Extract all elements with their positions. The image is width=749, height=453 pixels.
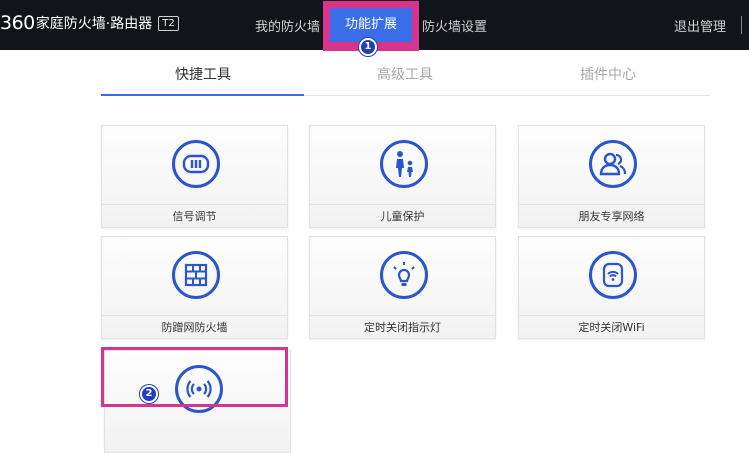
light-bulb-icon [380,251,428,299]
tool-card-anti-freeload[interactable]: 防蹭网防火墙 [101,236,288,339]
active-tab-indicator [101,94,304,96]
wifi-timer-icon [589,251,637,299]
nav-feature-extension[interactable]: 功能扩展 [330,8,412,42]
tool-label: 防蹭网防火墙 [161,321,228,334]
tool-card-friends-network[interactable]: 朋友专享网络 [518,125,705,228]
tool-card-wifi-timer[interactable]: 定时关闭WiFi [518,236,705,339]
card-divider [102,204,287,205]
card-divider [519,315,704,316]
logout-link[interactable]: 退出管理 [674,16,726,35]
product-logo: 360 家庭防火墙·路由器 T2 [0,12,179,34]
signal-adjust-icon [172,140,220,188]
child-protection-icon [380,140,428,188]
anti-freeload-firewall-icon [172,251,220,299]
tool-label: 定时关闭指示灯 [364,321,441,334]
product-name: 家庭防火墙·路由器 [35,16,153,32]
card-divider [102,315,287,316]
tool-label: 朋友专享网络 [578,210,645,223]
tool-card-signal[interactable]: 信号调节 [101,125,288,228]
tab-advanced-tools[interactable]: 高级工具 [304,64,506,84]
tab-plugin-center[interactable]: 插件中心 [507,64,709,84]
divider [741,16,742,34]
highlight-frame [101,347,288,407]
brand-logo: 360 [0,12,35,34]
nav-firewall-settings[interactable]: 防火墙设置 [422,16,487,35]
tool-label: 信号调节 [172,210,217,223]
tool-card-child-protection[interactable]: 儿童保护 [309,125,496,228]
card-divider [310,204,495,205]
tab-quick-tools[interactable]: 快捷工具 [102,64,304,84]
step-marker-1: 1 [359,38,377,56]
tool-card-light-timer[interactable]: 定时关闭指示灯 [309,236,496,339]
card-divider [519,204,704,205]
step-marker-2: 2 [140,385,158,403]
model-badge: T2 [158,15,179,31]
nav-my-firewall[interactable]: 我的防火墙 [255,16,320,35]
tool-label: 定时关闭WiFi [578,321,645,334]
friends-network-icon [589,140,637,188]
card-divider [310,315,495,316]
tool-label: 儿童保护 [380,210,425,223]
